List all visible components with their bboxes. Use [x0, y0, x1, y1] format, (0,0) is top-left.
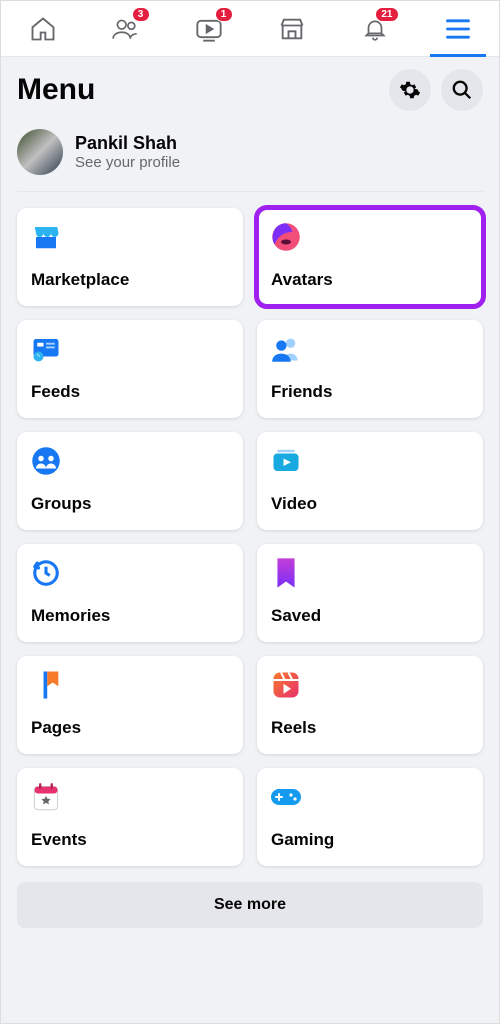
shortcut-avatars[interactable]: Avatars — [257, 208, 483, 306]
marketplace-icon — [278, 15, 306, 43]
shortcut-memories[interactable]: Memories — [17, 544, 243, 642]
shortcut-friends[interactable]: Friends — [257, 320, 483, 418]
nav-notifications-badge: 21 — [375, 7, 398, 22]
profile-text: Pankil Shah See your profile — [75, 133, 180, 171]
shortcut-pages[interactable]: Pages — [17, 656, 243, 754]
shortcut-saved[interactable]: Saved — [257, 544, 483, 642]
nav-notifications[interactable]: 21 — [355, 9, 395, 49]
profile-name: Pankil Shah — [75, 133, 180, 154]
shortcut-reels[interactable]: Reels — [257, 656, 483, 754]
saved-icon — [271, 558, 301, 588]
menu-header: Menu — [17, 69, 483, 111]
shortcut-label: Events — [31, 830, 229, 850]
menu-content: Menu Pankil Shah See your profile — [1, 57, 499, 940]
memories-icon — [31, 558, 61, 588]
nav-friends-badge: 3 — [132, 7, 150, 22]
header-actions — [389, 69, 483, 111]
shortcut-label: Memories — [31, 606, 229, 626]
home-icon — [29, 15, 57, 43]
search-icon — [451, 79, 473, 101]
nav-friends[interactable]: 3 — [106, 9, 146, 49]
shortcut-label: Friends — [271, 382, 469, 402]
shortcut-video[interactable]: Video — [257, 432, 483, 530]
shortcut-gaming[interactable]: Gaming — [257, 768, 483, 866]
pages-icon — [31, 670, 61, 700]
shortcut-label: Feeds — [31, 382, 229, 402]
friends-icon — [271, 334, 301, 364]
page-title: Menu — [17, 73, 95, 107]
video-icon — [271, 446, 301, 476]
shortcut-label: Saved — [271, 606, 469, 626]
shortcuts-grid: Marketplace Avatars Feeds Friends Groups — [17, 208, 483, 866]
hamburger-icon — [444, 17, 472, 41]
shortcut-label: Avatars — [271, 270, 469, 290]
search-button[interactable] — [441, 69, 483, 111]
avatar — [17, 129, 63, 175]
avatars-icon — [271, 222, 301, 252]
nav-menu[interactable] — [438, 9, 478, 49]
groups-icon — [31, 446, 61, 476]
nav-watch-badge: 1 — [215, 7, 233, 22]
see-more-button[interactable]: See more — [17, 882, 483, 928]
profile-subtitle: See your profile — [75, 154, 180, 171]
marketplace-icon — [31, 222, 61, 252]
nav-watch[interactable]: 1 — [189, 9, 229, 49]
feeds-icon — [31, 334, 61, 364]
nav-home[interactable] — [23, 9, 63, 49]
shortcut-feeds[interactable]: Feeds — [17, 320, 243, 418]
shortcut-label: Video — [271, 494, 469, 514]
nav-marketplace[interactable] — [272, 9, 312, 49]
settings-button[interactable] — [389, 69, 431, 111]
profile-link[interactable]: Pankil Shah See your profile — [17, 129, 483, 192]
shortcut-events[interactable]: Events — [17, 768, 243, 866]
shortcut-label: Reels — [271, 718, 469, 738]
gaming-icon — [271, 782, 301, 812]
shortcut-label: Marketplace — [31, 270, 229, 290]
gear-icon — [399, 79, 421, 101]
shortcut-label: Pages — [31, 718, 229, 738]
events-icon — [31, 782, 61, 812]
shortcut-label: Gaming — [271, 830, 469, 850]
shortcut-marketplace[interactable]: Marketplace — [17, 208, 243, 306]
shortcut-label: Groups — [31, 494, 229, 514]
top-navigation: 3 1 21 — [1, 1, 499, 57]
shortcut-groups[interactable]: Groups — [17, 432, 243, 530]
reels-icon — [271, 670, 301, 700]
